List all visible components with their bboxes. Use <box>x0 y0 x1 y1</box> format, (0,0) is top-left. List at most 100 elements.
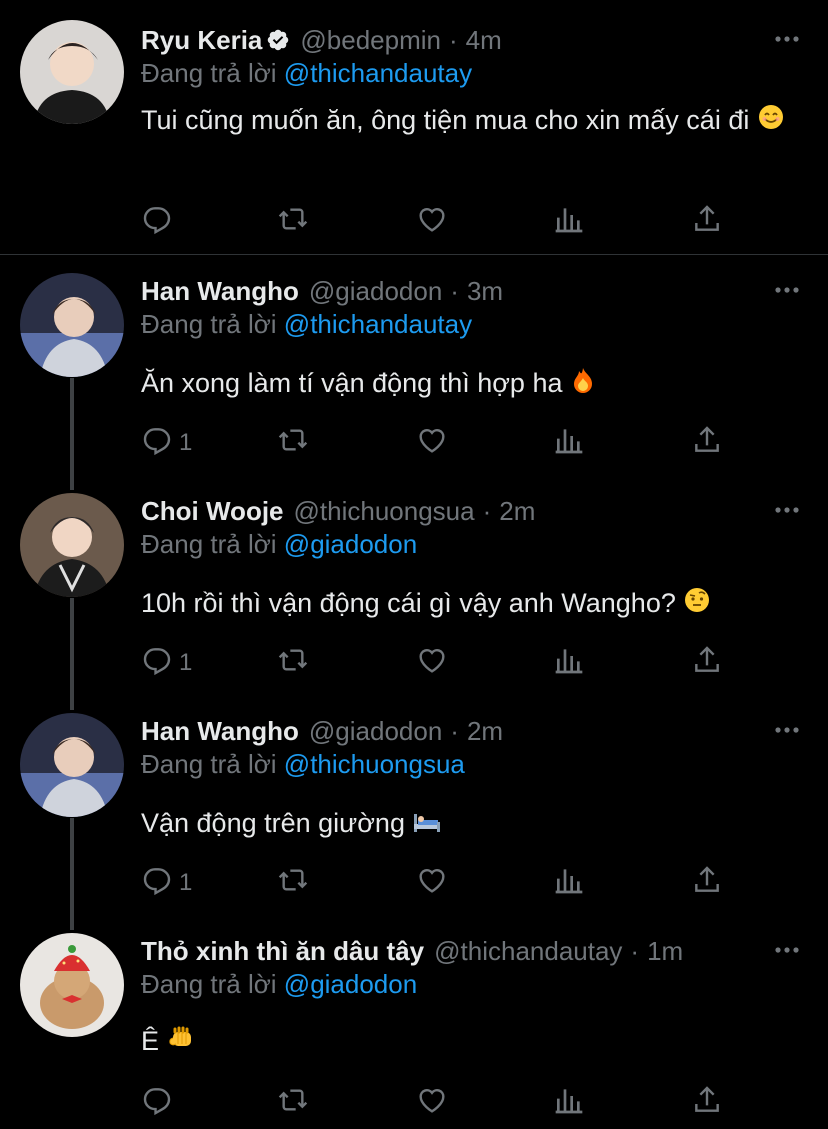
analytics-icon <box>553 644 585 683</box>
share-icon <box>691 424 723 463</box>
tweet-text-content: 10h rồi thì vận động cái gì vậy anh Wang… <box>141 588 676 618</box>
tweet-text: Ê <box>141 1019 801 1065</box>
reply-icon <box>141 1084 173 1123</box>
more-icon[interactable] <box>774 26 800 52</box>
handle[interactable]: @giadodon <box>309 716 442 747</box>
replying-to-label: Đang trả lời <box>141 969 277 999</box>
retweet-button[interactable] <box>277 645 309 681</box>
like-icon <box>416 864 448 903</box>
separator-dot: · <box>450 715 459 746</box>
retweet-icon <box>277 644 309 683</box>
retweet-icon <box>277 424 309 463</box>
retweet-button[interactable] <box>277 865 309 901</box>
tweet-text: Tui cũng muốn ăn, ông tiện mua cho xin m… <box>141 98 801 144</box>
avatar[interactable] <box>20 20 124 124</box>
retweet-icon <box>277 203 309 242</box>
analytics-button[interactable] <box>553 425 585 461</box>
reply-button[interactable] <box>141 204 179 240</box>
display-name[interactable]: Thỏ xinh thì ăn dâu tây <box>141 936 424 967</box>
like-button[interactable] <box>416 645 448 681</box>
like-button[interactable] <box>416 1085 448 1121</box>
tweet-4[interactable]: Han Wangho @giadodon · 2m Đang trả lời @… <box>0 695 828 915</box>
timestamp[interactable]: 2m <box>499 496 535 527</box>
display-name[interactable]: Han Wangho <box>141 276 299 307</box>
mention-link[interactable]: @giadodon <box>284 529 417 559</box>
analytics-button[interactable] <box>553 1085 585 1121</box>
like-button[interactable] <box>416 865 448 901</box>
timestamp[interactable]: 3m <box>467 276 503 307</box>
more-icon[interactable] <box>774 937 800 963</box>
more-icon[interactable] <box>774 497 800 523</box>
avatar[interactable] <box>20 273 124 377</box>
retweet-button[interactable] <box>277 1085 309 1121</box>
more-icon[interactable] <box>774 717 800 743</box>
handle[interactable]: @giadodon <box>309 276 442 307</box>
tweet-1[interactable]: Ryu Keria @bedepmin · 4m Đang trả lời @t… <box>0 0 828 254</box>
tweet-3[interactable]: Choi Wooje @thichuongsua · 2m Đang trả l… <box>0 475 828 695</box>
tweet-actions <box>141 1085 741 1121</box>
like-icon <box>416 1084 448 1123</box>
analytics-icon <box>553 1084 585 1123</box>
tweet-2[interactable]: Han Wangho @giadodon · 3m Đang trả lời @… <box>0 255 828 475</box>
handle[interactable]: @thichuongsua <box>294 496 475 527</box>
handle[interactable]: @bedepmin <box>300 25 441 56</box>
reply-count: 1 <box>179 429 193 456</box>
like-icon <box>416 644 448 683</box>
reply-button[interactable]: 1 <box>141 645 192 681</box>
share-icon <box>691 203 723 242</box>
display-name[interactable]: Ryu Keria <box>141 25 262 56</box>
mention-link[interactable]: @thichandautay <box>284 58 472 88</box>
reply-button[interactable] <box>141 1085 179 1121</box>
share-button[interactable] <box>691 1085 723 1121</box>
fist-bump-emoji-icon <box>167 1021 195 1065</box>
analytics-button[interactable] <box>553 865 585 901</box>
analytics-icon <box>553 424 585 463</box>
tweet-text-content: Ăn xong làm tí vận động thì hợp ha <box>141 368 563 398</box>
tweet-text: Ăn xong làm tí vận động thì hợp ha <box>141 361 801 407</box>
timestamp[interactable]: 4m <box>466 25 502 56</box>
replying-to: Đang trả lời @thichuongsua <box>141 749 465 780</box>
retweet-icon <box>277 1084 309 1123</box>
like-button[interactable] <box>416 204 448 240</box>
separator-dot: · <box>630 935 640 966</box>
bed-emoji-icon <box>412 803 442 847</box>
tweet-actions <box>141 204 741 240</box>
tweet-header: Han Wangho @giadodon · 3m <box>141 273 503 309</box>
tweet-text-content: Tui cũng muốn ăn, ông tiện mua cho xin m… <box>141 105 750 135</box>
separator-dot: · <box>448 24 458 55</box>
replying-to-label: Đang trả lời <box>141 529 277 559</box>
tweet-5[interactable]: Thỏ xinh thì ăn dâu tây @thichandautay ·… <box>0 915 828 1129</box>
analytics-button[interactable] <box>553 645 585 681</box>
avatar[interactable] <box>20 493 124 597</box>
share-icon <box>691 1084 723 1123</box>
reply-button[interactable]: 1 <box>141 425 192 461</box>
mention-link[interactable]: @thichuongsua <box>284 749 465 779</box>
avatar[interactable] <box>20 713 124 817</box>
share-button[interactable] <box>691 204 723 240</box>
reply-button[interactable]: 1 <box>141 865 192 901</box>
like-button[interactable] <box>416 425 448 461</box>
more-icon[interactable] <box>774 277 800 303</box>
mention-link[interactable]: @thichandautay <box>284 309 472 339</box>
like-icon <box>416 203 448 242</box>
display-name[interactable]: Han Wangho <box>141 716 299 747</box>
replying-to-label: Đang trả lời <box>141 749 277 779</box>
display-name[interactable]: Choi Wooje <box>141 496 284 527</box>
handle[interactable]: @thichandautay <box>434 936 622 967</box>
share-icon <box>691 864 723 903</box>
share-button[interactable] <box>691 865 723 901</box>
avatar[interactable] <box>20 933 124 1037</box>
retweet-button[interactable] <box>277 425 309 461</box>
reply-count: 1 <box>179 869 193 896</box>
share-button[interactable] <box>691 425 723 461</box>
replying-to-label: Đang trả lời <box>141 58 277 88</box>
share-button[interactable] <box>691 645 723 681</box>
retweet-icon <box>277 864 309 903</box>
mention-link[interactable]: @giadodon <box>284 969 417 999</box>
retweet-button[interactable] <box>277 204 309 240</box>
timestamp[interactable]: 2m <box>467 716 503 747</box>
replying-to-label: Đang trả lời <box>141 309 277 339</box>
analytics-button[interactable] <box>553 204 585 240</box>
reply-icon <box>141 864 173 903</box>
timestamp[interactable]: 1m <box>647 936 683 967</box>
